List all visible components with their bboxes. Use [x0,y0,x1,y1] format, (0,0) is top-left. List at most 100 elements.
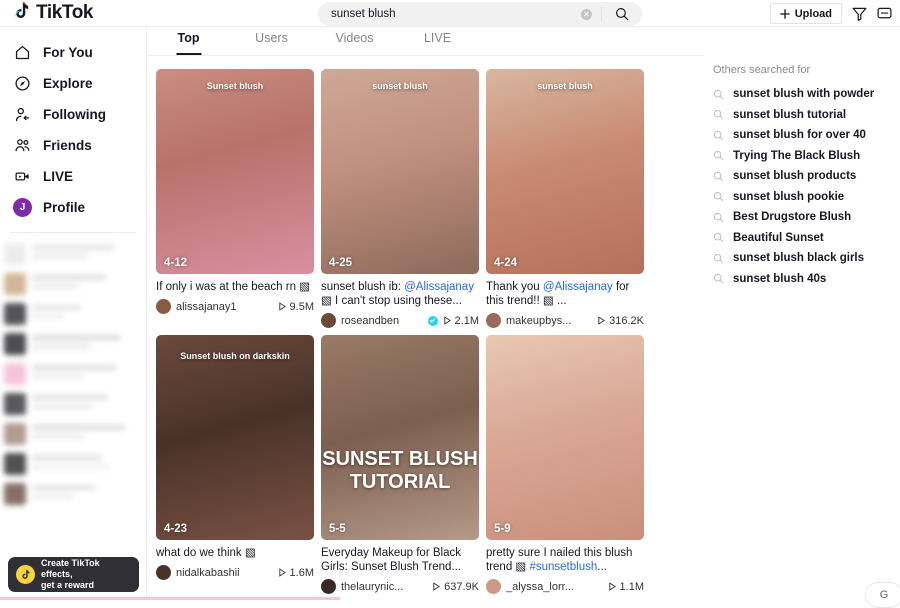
author-avatar[interactable] [321,579,336,594]
tab-users[interactable]: Users [230,27,313,55]
author-username[interactable]: roseandben [341,315,423,327]
suggestion-item[interactable]: sunset blush black girls [704,248,900,269]
author-username[interactable]: makeupbys... [506,315,592,327]
avatar: J [13,198,32,217]
author-username[interactable]: alissajanay1 [176,301,273,313]
video-thumbnail[interactable]: Sunset blush4-12 [156,69,314,274]
tab-videos[interactable]: Videos [313,27,396,55]
promo-text: Create TikTok effects, get a reward [41,558,131,591]
suggestion-label: sunset blush products [733,170,856,182]
suggestion-item[interactable]: Beautiful Sunset [704,228,900,249]
sidebar-item-profile[interactable]: J Profile [0,192,146,223]
thumbnail-overlay-text: Sunset blush [156,81,314,91]
caption-prefix: Thank you [486,281,543,293]
caption-mention[interactable]: #sunsetblush [529,561,597,573]
caption-prefix: If only i was at the beach rn [156,281,299,293]
search-icon [713,253,724,264]
suggestion-item[interactable]: sunset blush 40s [704,269,900,290]
author-avatar[interactable] [321,313,336,328]
video-card[interactable]: sunset blush4-24Thank you @Alissajanay f… [486,69,644,328]
sidebar-item-explore[interactable]: Explore [0,68,146,99]
upload-button[interactable]: Upload [770,3,842,24]
video-meta: alissajanay1 9.5M [156,299,314,314]
author-avatar[interactable] [156,565,171,580]
sidebar-nav: For You Explore Following Friends LIVE [0,27,146,223]
search-icon [713,191,724,202]
play-count: 1.1M [608,581,644,593]
author-avatar[interactable] [156,299,171,314]
plus-icon [780,9,790,19]
tab-top[interactable]: Top [147,27,230,55]
clear-icon[interactable]: ✕ [581,9,592,20]
message-inbox-icon[interactable] [876,5,893,27]
suggestion-item[interactable]: sunset blush with powder [704,84,900,105]
tab-live[interactable]: LIVE [396,27,479,55]
top-bar: TikTok ✕ Upload [0,0,900,27]
search-button[interactable] [602,2,642,26]
author-avatar[interactable] [486,579,501,594]
suggestion-item[interactable]: sunset blush products [704,166,900,187]
caption-prefix: sunset blush ib: [321,281,404,293]
author-username[interactable]: nidalkabashii [176,567,273,579]
video-date-badge: 5-5 [329,523,346,535]
video-thumbnail[interactable]: Sunset blush on darkskin4-23 [156,335,314,540]
video-thumbnail[interactable]: 5-9 [486,335,644,540]
brand-name: TikTok [36,2,93,24]
corner-badge[interactable]: G [865,582,900,608]
search-icon [713,150,724,161]
search-icon [713,130,724,141]
caption-suffix: ▧ I can't stop using these... [321,295,462,307]
caption-mention[interactable]: @Alissajanay [543,281,613,293]
suggestion-label: sunset blush 40s [733,273,826,285]
video-thumbnail[interactable]: sunset blush4-24 [486,69,644,274]
video-caption: what do we think ▧ [156,546,314,560]
video-card[interactable]: Sunset blush on darkskin4-23 what do we t… [156,335,314,594]
video-thumbnail[interactable]: sunset blush4-25 [321,69,479,274]
sidebar-item-for-you[interactable]: For You [0,37,146,68]
suggestion-item[interactable]: Trying The Black Blush [704,146,900,167]
author-avatar[interactable] [486,313,501,328]
caption-prefix: what do we think ▧ [156,547,256,559]
create-effects-promo-banner[interactable]: Create TikTok effects, get a reward [8,557,139,592]
suggestion-label: Beautiful Sunset [733,232,824,244]
play-count: 2.1M [443,315,479,327]
suggestion-label: Trying The Black Blush [733,150,860,162]
suggestion-item[interactable]: sunset blush tutorial [704,105,900,126]
video-thumbnail[interactable]: SUNSET BLUSH TUTORIAL5-5 [321,335,479,540]
search-icon [713,109,724,120]
author-username[interactable]: _alyssa_lorr... [506,581,603,593]
search-input[interactable] [318,8,581,20]
video-card[interactable]: 5-9pretty sure I nailed this blush trend… [486,335,644,594]
author-username[interactable]: thelaurynic... [341,581,427,593]
suggested-accounts-blurred [0,239,146,509]
promo-line-1: Create TikTok effects, [41,558,131,580]
suggestion-list: sunset blush with powder sunset blush tut… [704,84,900,289]
suggestion-label: Best Drugstore Blush [733,211,851,223]
video-card[interactable]: SUNSET BLUSH TUTORIAL5-5Everyday Makeup … [321,335,479,594]
sidebar-item-label: Profile [43,200,85,215]
home-icon [13,43,32,62]
tiktok-logo[interactable]: TikTok [14,1,93,25]
search-icon [713,232,724,243]
search-icon [713,273,724,284]
play-count-value: 9.5M [290,301,314,313]
caption-mention[interactable]: @Alissajanay [404,281,474,293]
suggestion-item[interactable]: Best Drugstore Blush [704,207,900,228]
video-card[interactable]: sunset blush4-25 sunset blush ib: @Alissa… [321,69,479,328]
suggestion-item[interactable]: sunset blush for over 40 [704,125,900,146]
sidebar-item-friends[interactable]: Friends [0,130,146,161]
search-bar[interactable]: ✕ [318,2,642,26]
filter-funnel-icon[interactable] [851,5,868,27]
suggestion-label: sunset blush pookie [733,191,844,203]
video-card[interactable]: Sunset blush4-12 If only i was at the bea… [156,69,314,328]
sidebar-item-following[interactable]: Following [0,99,146,130]
play-count-value: 1.1M [620,581,644,593]
suggestion-label: sunset blush with powder [733,88,874,100]
play-icon [608,582,617,591]
sidebar-item-live[interactable]: LIVE [0,161,146,192]
play-icon [597,316,606,325]
sidebar-item-label: Following [43,107,106,122]
suggestion-label: sunset blush tutorial [733,109,846,121]
play-count-value: 1.6M [290,567,314,579]
suggestion-item[interactable]: sunset blush pookie [704,187,900,208]
